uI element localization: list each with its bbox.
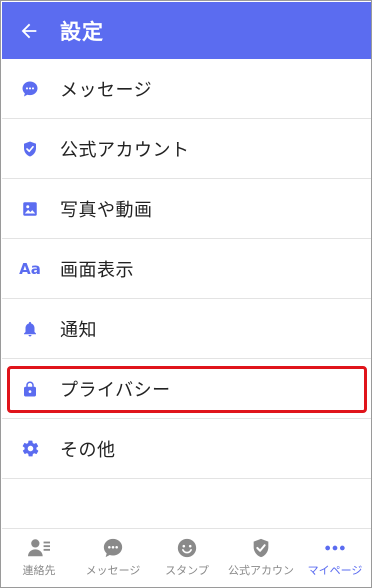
- back-button[interactable]: [2, 2, 56, 59]
- settings-item-label: 通知: [60, 319, 97, 341]
- settings-list: メッセージ 公式アカウント 写真や動画 Aa 画面表示 通知 プライバシー その…: [2, 59, 371, 479]
- lock-icon: [2, 359, 58, 419]
- more-dots-icon: [325, 545, 345, 551]
- tab-label: メッセージ: [85, 564, 141, 577]
- tab-official-accounts[interactable]: 公式アカウン: [224, 529, 298, 586]
- font-aa-icon: Aa: [19, 259, 41, 278]
- chat-bubble-icon: [103, 538, 123, 558]
- settings-item-label: プライバシー: [60, 379, 171, 401]
- arrow-left-icon: [21, 23, 37, 38]
- tab-contacts[interactable]: 連絡先: [2, 529, 76, 586]
- contacts-icon: [28, 539, 50, 557]
- tab-messages[interactable]: メッセージ: [76, 529, 150, 586]
- settings-item-other[interactable]: その他: [2, 419, 371, 479]
- settings-item-privacy[interactable]: プライバシー: [2, 359, 371, 419]
- settings-item-photos-videos[interactable]: 写真や動画: [2, 179, 371, 239]
- tab-label: 公式アカウン: [228, 564, 294, 577]
- smiley-icon: [177, 538, 197, 558]
- bottom-tab-bar: 連絡先 メッセージ スタンプ 公式アカウン マイページ: [2, 528, 371, 586]
- app-frame: 設定 メッセージ 公式アカウント 写真や動画 Aa 画面表示 通知 プライバシー…: [0, 0, 372, 588]
- settings-item-label: 公式アカウント: [60, 139, 190, 161]
- image-icon: [2, 179, 58, 239]
- tab-my-page[interactable]: マイページ: [298, 529, 371, 586]
- shield-check-icon: [253, 538, 269, 558]
- settings-item-display[interactable]: Aa 画面表示: [2, 239, 371, 299]
- app-header: 設定: [2, 2, 371, 59]
- gear-icon: [2, 419, 58, 479]
- tab-label: 連絡先: [22, 564, 56, 577]
- settings-item-label: 画面表示: [60, 259, 134, 281]
- settings-item-label: メッセージ: [60, 79, 153, 101]
- chat-bubble-icon: [2, 59, 58, 119]
- settings-item-label: 写真や動画: [60, 199, 153, 221]
- shield-check-icon: [2, 119, 58, 179]
- settings-item-notifications[interactable]: 通知: [2, 299, 371, 359]
- tab-stamps[interactable]: スタンプ: [150, 529, 224, 586]
- settings-item-messages[interactable]: メッセージ: [2, 59, 371, 119]
- tab-label: マイページ: [307, 564, 363, 577]
- page-title: 設定: [60, 19, 104, 44]
- tab-label: スタンプ: [165, 564, 209, 577]
- bell-icon: [2, 299, 58, 359]
- settings-item-official-accounts[interactable]: 公式アカウント: [2, 119, 371, 179]
- settings-item-label: その他: [60, 439, 116, 461]
